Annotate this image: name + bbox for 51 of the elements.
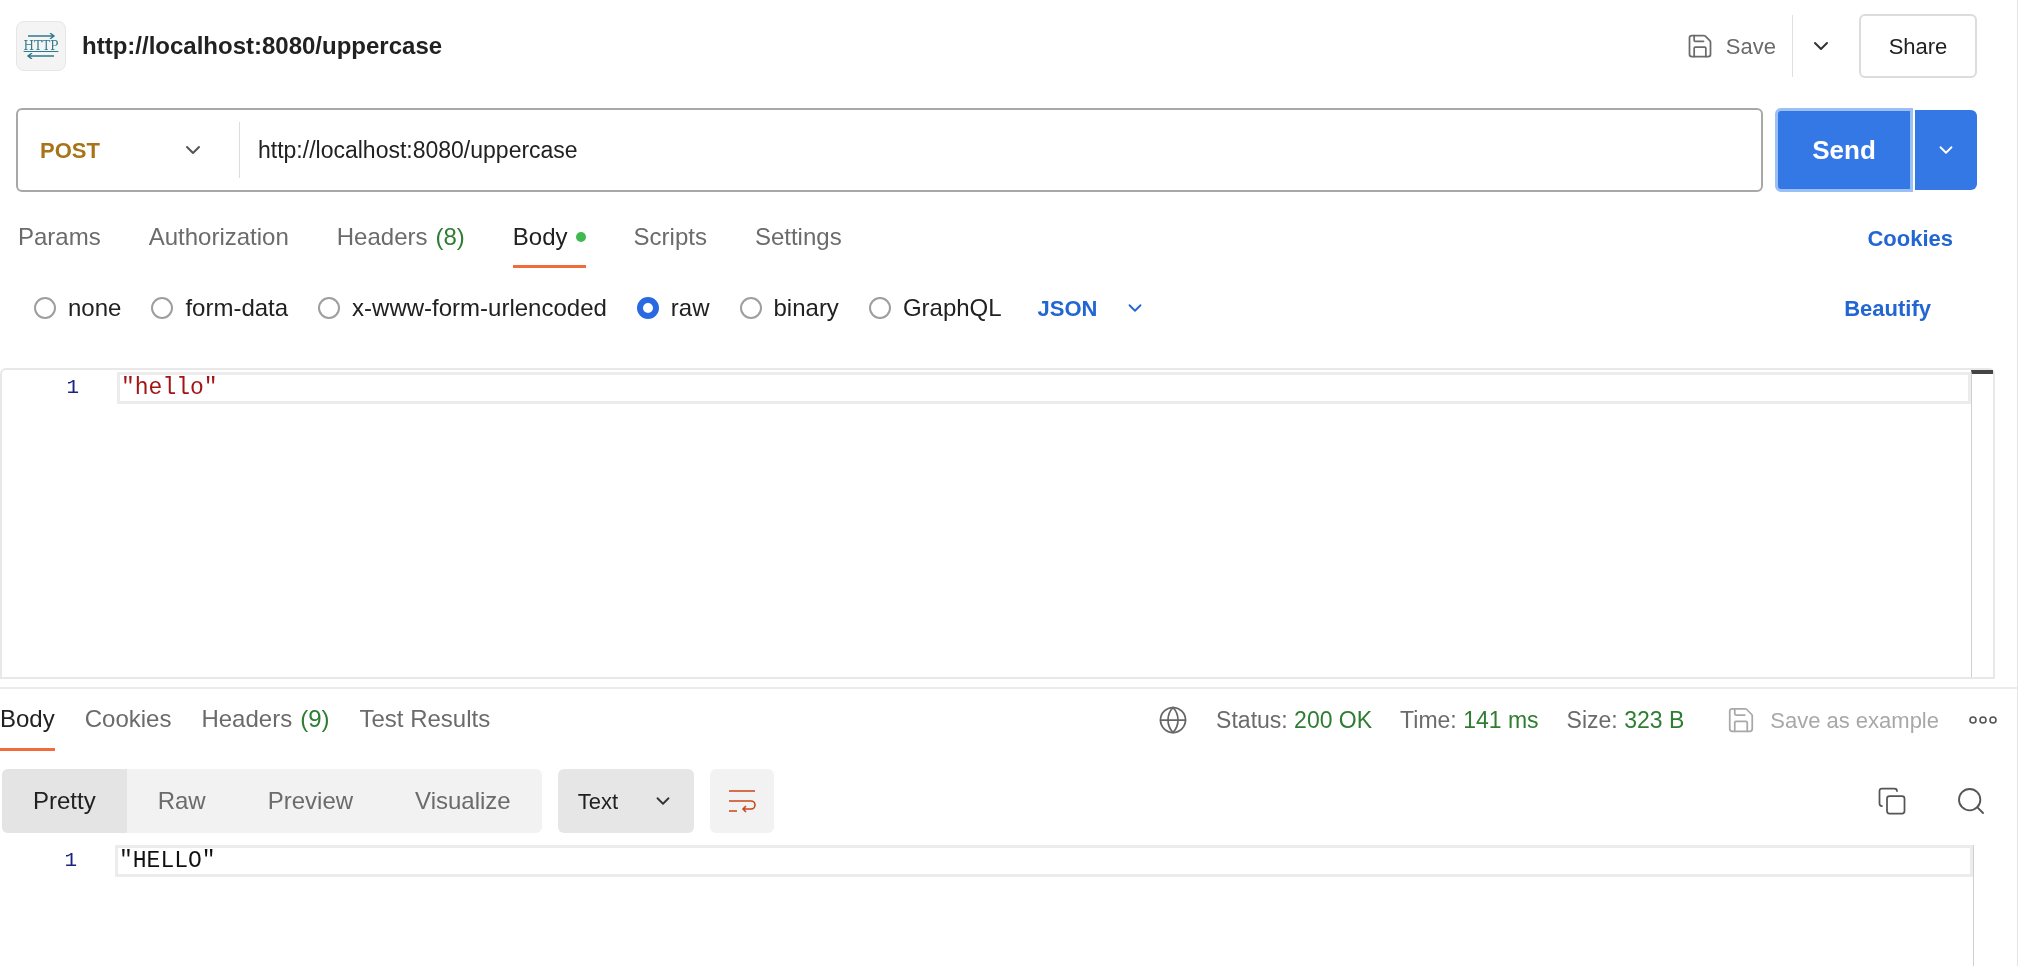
line-number: 1 (65, 375, 80, 402)
response-editor[interactable]: 1 "HELLO" (0, 845, 1995, 966)
wrap-icon (726, 788, 757, 814)
radio-label: none (68, 293, 122, 323)
radio-button[interactable] (739, 297, 762, 319)
format-dropdown[interactable]: Text (557, 769, 694, 833)
wrap-button[interactable] (709, 769, 774, 833)
search-icon (1955, 785, 1987, 817)
radio-button[interactable] (868, 297, 891, 319)
response-stat: Time: 141 ms (1400, 705, 1539, 735)
radio-label: GraphQL (902, 293, 1002, 323)
response-tab[interactable]: Body (0, 689, 55, 751)
radio-label: form-data (185, 293, 289, 323)
response-stat: Status: 200 OK (1216, 705, 1373, 735)
radio-label: raw (670, 293, 710, 323)
line-number: 1 (63, 848, 78, 875)
save-button[interactable]: Save (1685, 29, 1792, 63)
response-tab[interactable]: Test Results (359, 689, 491, 751)
beautify-link[interactable]: Beautify (1844, 291, 1931, 325)
request-editor[interactable]: 1 "hello" (0, 368, 1995, 679)
response-stat: Size: 323 B (1566, 705, 1685, 735)
send-button[interactable]: Send (1775, 108, 1913, 192)
view-mode-tab[interactable]: Preview (236, 769, 385, 833)
response-tab[interactable]: Cookies (84, 689, 172, 751)
request-tab[interactable]: Scripts (633, 208, 707, 268)
radio-button[interactable] (318, 297, 341, 319)
request-tab[interactable]: Authorization (148, 208, 289, 268)
url-bar[interactable]: POST http://localhost:8080/uppercase (16, 108, 1763, 192)
globe-icon (1158, 705, 1189, 735)
language-dropdown[interactable]: JSON (1037, 291, 1146, 325)
radio-button[interactable] (34, 297, 56, 319)
request-tab[interactable]: Settings (754, 208, 842, 268)
view-mode-tab[interactable]: Raw (126, 769, 237, 833)
radio-button[interactable] (151, 297, 174, 319)
http-icon: HTTP (16, 21, 66, 71)
request-tab[interactable]: Params (18, 208, 101, 268)
copy-icon (1877, 786, 1907, 816)
response-tab[interactable]: Headers (9) (201, 689, 330, 751)
share-button[interactable]: Share (1859, 14, 1977, 78)
scrollbar[interactable] (1971, 370, 1993, 677)
request-title: http://localhost:8080/uppercase (82, 31, 443, 61)
request-tab[interactable]: Body (512, 208, 586, 268)
cookies-link[interactable]: Cookies (1867, 208, 1953, 268)
radio-button[interactable] (636, 297, 659, 319)
radio-label: binary (773, 293, 839, 323)
method-dropdown[interactable]: POST (18, 122, 240, 178)
more-icon[interactable] (1969, 715, 1997, 725)
radio-label: x-www-form-urlencoded (352, 293, 607, 323)
request-tab[interactable]: Headers (8) (336, 208, 465, 268)
view-mode-tab[interactable]: Visualize (384, 769, 542, 833)
view-mode-tab[interactable]: Pretty (2, 769, 127, 833)
